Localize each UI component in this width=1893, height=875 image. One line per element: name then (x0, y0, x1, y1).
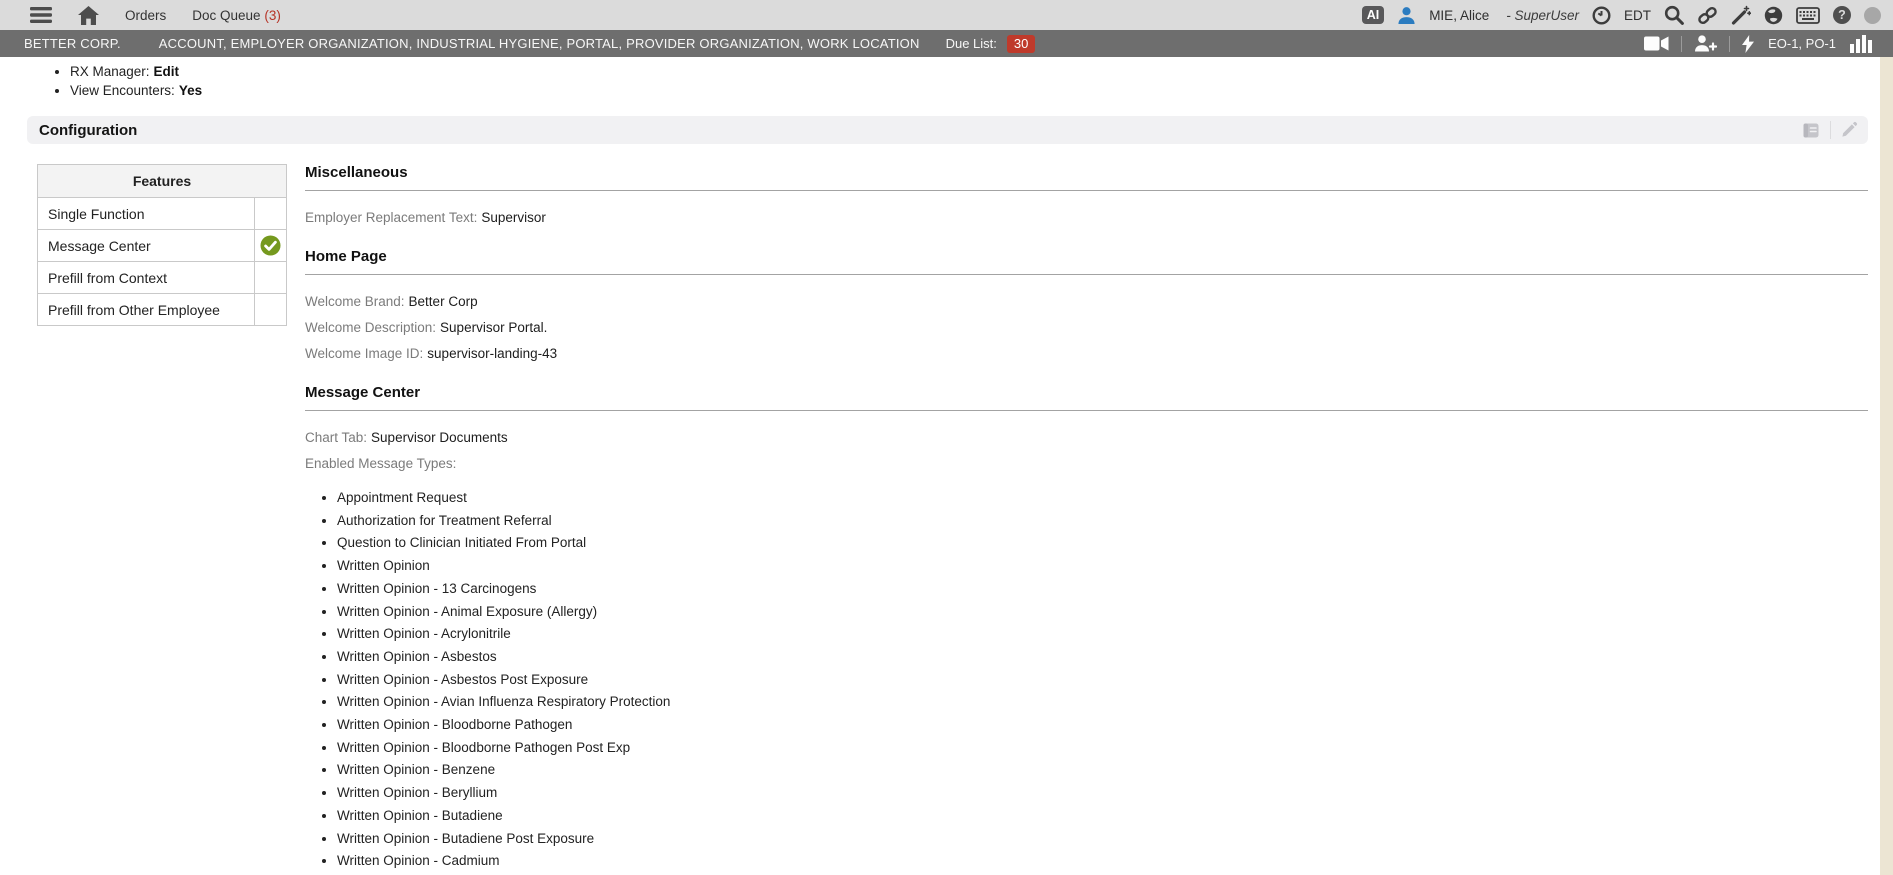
list-item: Written Opinion (337, 555, 1868, 578)
lightning-bolt-icon[interactable] (1742, 35, 1754, 53)
field-row: Chart Tab:Supervisor Documents (305, 427, 1868, 448)
top-bar: Orders Doc Queue (3) AI MIE, Alice - Sup… (0, 0, 1893, 30)
main-content: RX Manager:Edit View Encounters:Yes Conf… (0, 57, 1893, 875)
due-list-label: Due List: (946, 36, 997, 51)
home-icon[interactable] (78, 6, 99, 25)
list-item: Appointment Request (337, 487, 1868, 510)
magic-wand-icon[interactable] (1731, 5, 1751, 25)
keyboard-icon[interactable] (1796, 7, 1820, 24)
link-icon[interactable] (1697, 6, 1718, 25)
field-row: Welcome Description:Supervisor Portal. (305, 317, 1868, 338)
field-row: Welcome Image ID:supervisor-landing-43 (305, 343, 1868, 364)
company-link[interactable]: BETTER CORP. (24, 36, 121, 51)
user-role: - SuperUser (1506, 8, 1579, 23)
list-item: Written Opinion - Butadiene Post Exposur… (337, 828, 1868, 851)
list-item: Written Opinion - 13 Carcinogens (337, 578, 1868, 601)
table-row: Prefill from Other Employee (38, 294, 287, 326)
globe-icon[interactable] (1764, 6, 1783, 25)
nav-doc-queue[interactable]: Doc Queue (3) (192, 8, 281, 23)
category-links[interactable]: ACCOUNT, EMPLOYER ORGANIZATION, INDUSTRI… (159, 36, 920, 51)
feature-enabled-cell (255, 230, 287, 262)
divider (1681, 36, 1682, 52)
table-row: Single Function (38, 198, 287, 230)
nav-orders[interactable]: Orders (125, 8, 166, 23)
enabled-message-types-list: Appointment Request Authorization for Tr… (305, 487, 1868, 875)
list-item: RX Manager:Edit (70, 62, 1893, 81)
features-table-header: Features (38, 165, 287, 198)
help-icon[interactable]: ? (1833, 6, 1851, 24)
feature-enabled-cell (255, 294, 287, 326)
features-table: Features Single Function Message Center (37, 164, 287, 326)
permissions-list: RX Manager:Edit View Encounters:Yes (0, 62, 1893, 100)
table-row: Prefill from Context (38, 262, 287, 294)
enabled-check-icon (260, 235, 281, 256)
section-heading-home-page: Home Page (305, 248, 1868, 275)
list-item: Written Opinion - Animal Exposure (Aller… (337, 601, 1868, 624)
field-row: Welcome Brand:Better Corp (305, 291, 1868, 312)
list-item: Written Opinion - Beryllium (337, 782, 1868, 805)
feature-enabled-cell (255, 198, 287, 230)
timezone-label: EDT (1624, 8, 1651, 23)
list-item: Written Opinion - Asbestos (337, 646, 1868, 669)
field-row: Enabled Message Types: (305, 453, 1868, 474)
context-bar: BETTER CORP. ACCOUNT, EMPLOYER ORGANIZAT… (0, 30, 1893, 57)
list-item: View Encounters:Yes (70, 81, 1893, 100)
list-item: Written Opinion - Butadiene (337, 805, 1868, 828)
feature-label: Message Center (38, 230, 255, 262)
field-row: Employer Replacement Text:Supervisor (305, 207, 1868, 228)
ai-assistant-button[interactable]: AI (1362, 6, 1385, 24)
feature-enabled-cell (255, 262, 287, 294)
list-item: Question to Clinician Initiated From Por… (337, 532, 1868, 555)
section-heading-message-center: Message Center (305, 384, 1868, 411)
doc-queue-count: (3) (264, 8, 281, 23)
list-item: Written Opinion - Cadmium (337, 850, 1868, 873)
document-icon[interactable] (1801, 122, 1821, 139)
list-item: Written Opinion - Bloodborne Pathogen (337, 714, 1868, 737)
org-context-link[interactable]: EO-1, PO-1 (1768, 36, 1836, 51)
table-row: Message Center (38, 230, 287, 262)
hamburger-menu-icon[interactable] (30, 7, 52, 23)
user-icon[interactable] (1397, 6, 1416, 25)
bar-chart-icon[interactable] (1850, 35, 1875, 53)
list-item: Written Opinion - Avian Influenza Respir… (337, 691, 1868, 714)
feature-label: Prefill from Context (38, 262, 255, 294)
list-item: Written Opinion - Benzene (337, 759, 1868, 782)
divider (1830, 121, 1831, 139)
feature-label: Single Function (38, 198, 255, 230)
video-camera-icon[interactable] (1644, 36, 1669, 51)
clock-icon[interactable] (1592, 6, 1611, 25)
edit-pencil-icon[interactable] (1840, 121, 1858, 139)
add-user-icon[interactable] (1694, 35, 1717, 52)
configuration-section-header: Configuration (27, 116, 1868, 144)
divider (1729, 36, 1730, 52)
list-item: Written Opinion - Acrylonitrile (337, 623, 1868, 646)
configuration-details: Miscellaneous Employer Replacement Text:… (305, 164, 1868, 875)
user-name[interactable]: MIE, Alice (1429, 8, 1489, 23)
section-title: Configuration (39, 122, 137, 139)
list-item: Authorization for Treatment Referral (337, 510, 1868, 533)
right-edge-panel (1880, 57, 1893, 875)
search-icon[interactable] (1664, 5, 1684, 25)
status-indicator-icon (1864, 7, 1881, 24)
list-item: Written Opinion - Asbestos Post Exposure (337, 669, 1868, 692)
section-heading-miscellaneous: Miscellaneous (305, 164, 1868, 191)
feature-label: Prefill from Other Employee (38, 294, 255, 326)
list-item: Written Opinion - Bloodborne Pathogen Po… (337, 737, 1868, 760)
due-list-count-badge[interactable]: 30 (1007, 35, 1035, 53)
